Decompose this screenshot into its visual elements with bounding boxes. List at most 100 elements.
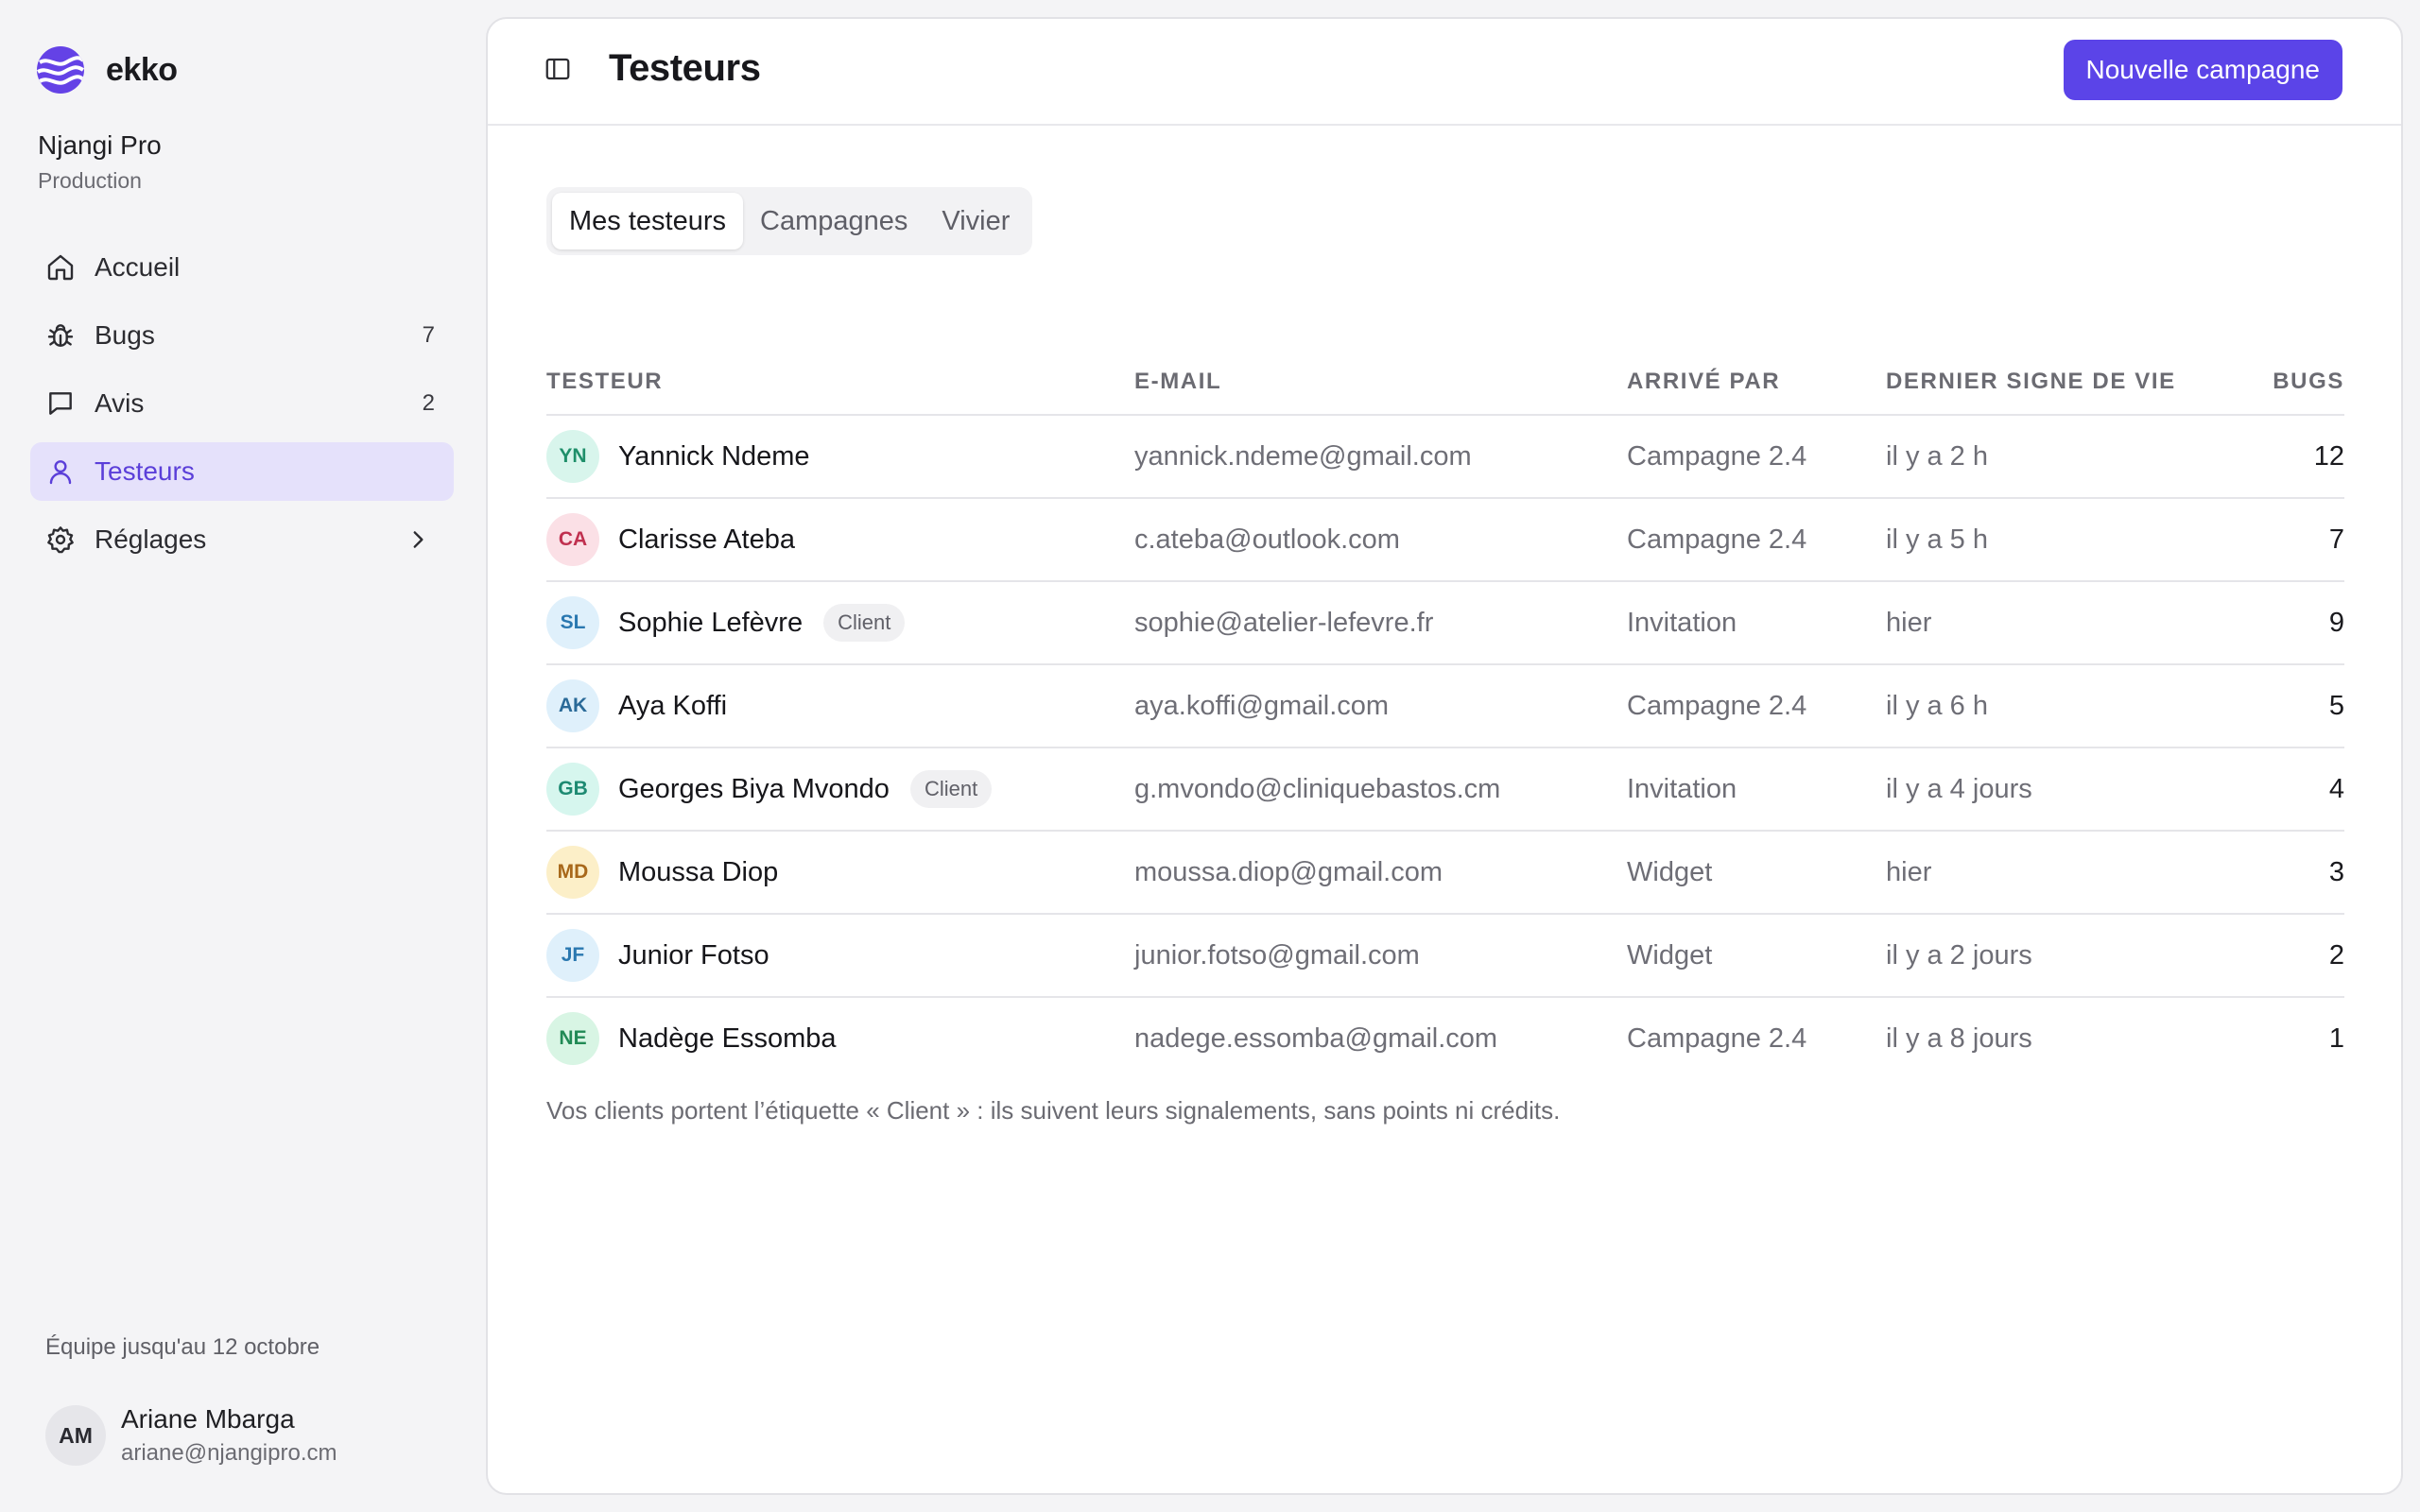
tester-name: Yannick Ndeme [618, 440, 810, 472]
avatar: AM [45, 1405, 106, 1466]
sidebar-item-count: 2 [422, 390, 435, 416]
sidebar-item-count: 7 [422, 322, 435, 348]
last-seen-cell: il y a 6 h [1886, 690, 1988, 721]
table-body: YN Yannick Ndeme yannick.ndeme@gmail.com Ca… [546, 416, 2344, 1081]
table-row[interactable]: YN Yannick Ndeme yannick.ndeme@gmail.com Ca… [546, 416, 2344, 499]
email-cell: c.ateba@outlook.com [1134, 524, 1400, 555]
tester-name: Junior Fotso [618, 939, 769, 971]
source-cell: Widget [1627, 939, 1713, 971]
page-title: Testeurs [609, 47, 761, 89]
table-row[interactable]: NE Nadège Essomba nadege.essomba@gmail.com… [546, 998, 2344, 1081]
last-seen-cell: il y a 8 jours [1886, 1022, 2032, 1054]
sidebar-item-avis[interactable]: Avis 2 [30, 374, 454, 433]
avatar: NE [546, 1012, 599, 1065]
column-header-last-seen[interactable]: DERNIER SIGNE DE VIE [1886, 369, 2176, 395]
bugs-count-cell: 4 [2328, 773, 2344, 804]
tester-cell: YN Yannick Ndeme [546, 416, 810, 497]
last-seen-cell: il y a 2 h [1886, 440, 1988, 472]
user-info: Ariane Mbarga ariane@njangipro.cm [121, 1404, 337, 1467]
sidebar-item-reglages[interactable]: Réglages [30, 510, 454, 569]
source-cell: Invitation [1627, 607, 1737, 638]
tester-cell: GB Georges Biya Mvondo Client [546, 748, 993, 830]
team-plan-note: Équipe jusqu'au 12 octobre [45, 1334, 320, 1360]
column-header-source[interactable]: ARRIVÉ PAR [1627, 369, 1780, 395]
tester-cell: CA Clarisse Ateba [546, 499, 795, 580]
user-name: Ariane Mbarga [121, 1404, 295, 1434]
home-icon [43, 250, 78, 284]
column-header-bugs[interactable]: BUGS [2273, 369, 2344, 395]
tester-cell: AK Aya Koffi [546, 665, 727, 747]
table-row[interactable]: MD Moussa Diop moussa.diop@gmail.com Widget… [546, 832, 2344, 915]
bugs-count-cell: 9 [2328, 607, 2344, 638]
user-icon [43, 455, 78, 489]
chevron-right-icon [401, 523, 435, 557]
email-cell: aya.koffi@gmail.com [1134, 690, 1390, 721]
sidebar-item-label: Accueil [95, 252, 181, 282]
tester-name: Sophie Lefèvre [618, 607, 804, 638]
last-seen-cell: il y a 4 jours [1886, 773, 2032, 804]
source-cell: Invitation [1627, 773, 1737, 804]
user-profile[interactable]: AM Ariane Mbarga ariane@njangipro.cm [45, 1404, 337, 1467]
bugs-count-cell: 1 [2328, 1022, 2344, 1054]
column-header-email[interactable]: E-MAIL [1134, 369, 1221, 395]
sidebar-toggle-icon[interactable] [542, 53, 574, 85]
last-seen-cell: hier [1886, 607, 1932, 638]
table-row[interactable]: CA Clarisse Ateba c.ateba@outlook.com Campa… [546, 499, 2344, 582]
tester-name: Georges Biya Mvondo [618, 773, 890, 804]
client-badge: Client [909, 770, 993, 808]
sidebar-item-label: Bugs [95, 320, 155, 350]
column-header-tester[interactable]: TESTEUR [546, 369, 663, 395]
tester-cell: SL Sophie Lefèvre Client [546, 582, 906, 663]
page-header: Testeurs Nouvelle campagne [488, 19, 2401, 126]
ekko-logo-icon [37, 46, 84, 94]
workspace-name: Njangi Pro [38, 130, 162, 160]
sidebar-item-bugs[interactable]: Bugs 7 [30, 306, 454, 365]
source-cell: Campagne 2.4 [1627, 690, 1807, 721]
new-campaign-button[interactable]: Nouvelle campagne [2063, 40, 2342, 100]
email-cell: g.mvondo@cliniquebastos.cm [1134, 773, 1501, 804]
avatar: SL [546, 596, 599, 649]
bug-icon [43, 318, 78, 352]
testers-table: TESTEUR E-MAIL ARRIVÉ PAR DERNIER SIGNE … [546, 340, 2344, 1081]
table-row[interactable]: AK Aya Koffi aya.koffi@gmail.com Campagne 2… [546, 665, 2344, 748]
tester-cell: JF Junior Fotso [546, 915, 769, 996]
bugs-count-cell: 3 [2328, 856, 2344, 887]
tester-cell: NE Nadège Essomba [546, 998, 837, 1079]
table-row[interactable]: GB Georges Biya Mvondo Client g.mvondo@clin… [546, 748, 2344, 832]
table-row[interactable]: JF Junior Fotso junior.fotso@gmail.com Widg… [546, 915, 2344, 998]
bugs-count-cell: 2 [2328, 939, 2344, 971]
avatar: AK [546, 679, 599, 732]
last-seen-cell: il y a 5 h [1886, 524, 1988, 555]
tab-campagnes[interactable]: Campagnes [743, 193, 925, 249]
avatar: JF [546, 929, 599, 982]
message-icon [43, 387, 78, 421]
source-cell: Campagne 2.4 [1627, 1022, 1807, 1054]
tester-name: Clarisse Ateba [618, 524, 795, 555]
tester-name: Moussa Diop [618, 856, 779, 887]
gear-icon [43, 523, 78, 557]
workspace-switcher[interactable]: Njangi Pro Production [38, 130, 162, 194]
bugs-count-cell: 12 [2313, 440, 2344, 472]
avatar: MD [546, 846, 599, 899]
brand[interactable]: ekko [37, 45, 178, 94]
tab-mes-testeurs[interactable]: Mes testeurs [552, 193, 743, 249]
last-seen-cell: hier [1886, 856, 1932, 887]
client-badge: Client [823, 604, 906, 642]
avatar: YN [546, 430, 599, 483]
tester-name: Aya Koffi [618, 690, 728, 721]
brand-name: ekko [106, 51, 178, 88]
workspace-environment: Production [38, 168, 142, 193]
table-row[interactable]: SL Sophie Lefèvre Client sophie@atelier-lef… [546, 582, 2344, 665]
user-email: ariane@njangipro.cm [121, 1440, 337, 1466]
source-cell: Widget [1627, 856, 1713, 887]
main-panel: Testeurs Nouvelle campagne Mes testeurs … [486, 17, 2403, 1495]
sidebar: ekko Njangi Pro Production Accueil Bugs … [0, 0, 484, 1512]
tab-vivier[interactable]: Vivier [925, 193, 1027, 249]
source-cell: Campagne 2.4 [1627, 440, 1807, 472]
sidebar-item-accueil[interactable]: Accueil [30, 238, 454, 297]
tester-name: Nadège Essomba [618, 1022, 837, 1054]
sidebar-nav: Accueil Bugs 7 Avis 2 Testeurs Réglages [30, 238, 454, 578]
sidebar-item-testeurs[interactable]: Testeurs [30, 442, 454, 501]
email-cell: moussa.diop@gmail.com [1134, 856, 1443, 887]
tab-group: Mes testeurs Campagnes Vivier [546, 187, 1033, 255]
